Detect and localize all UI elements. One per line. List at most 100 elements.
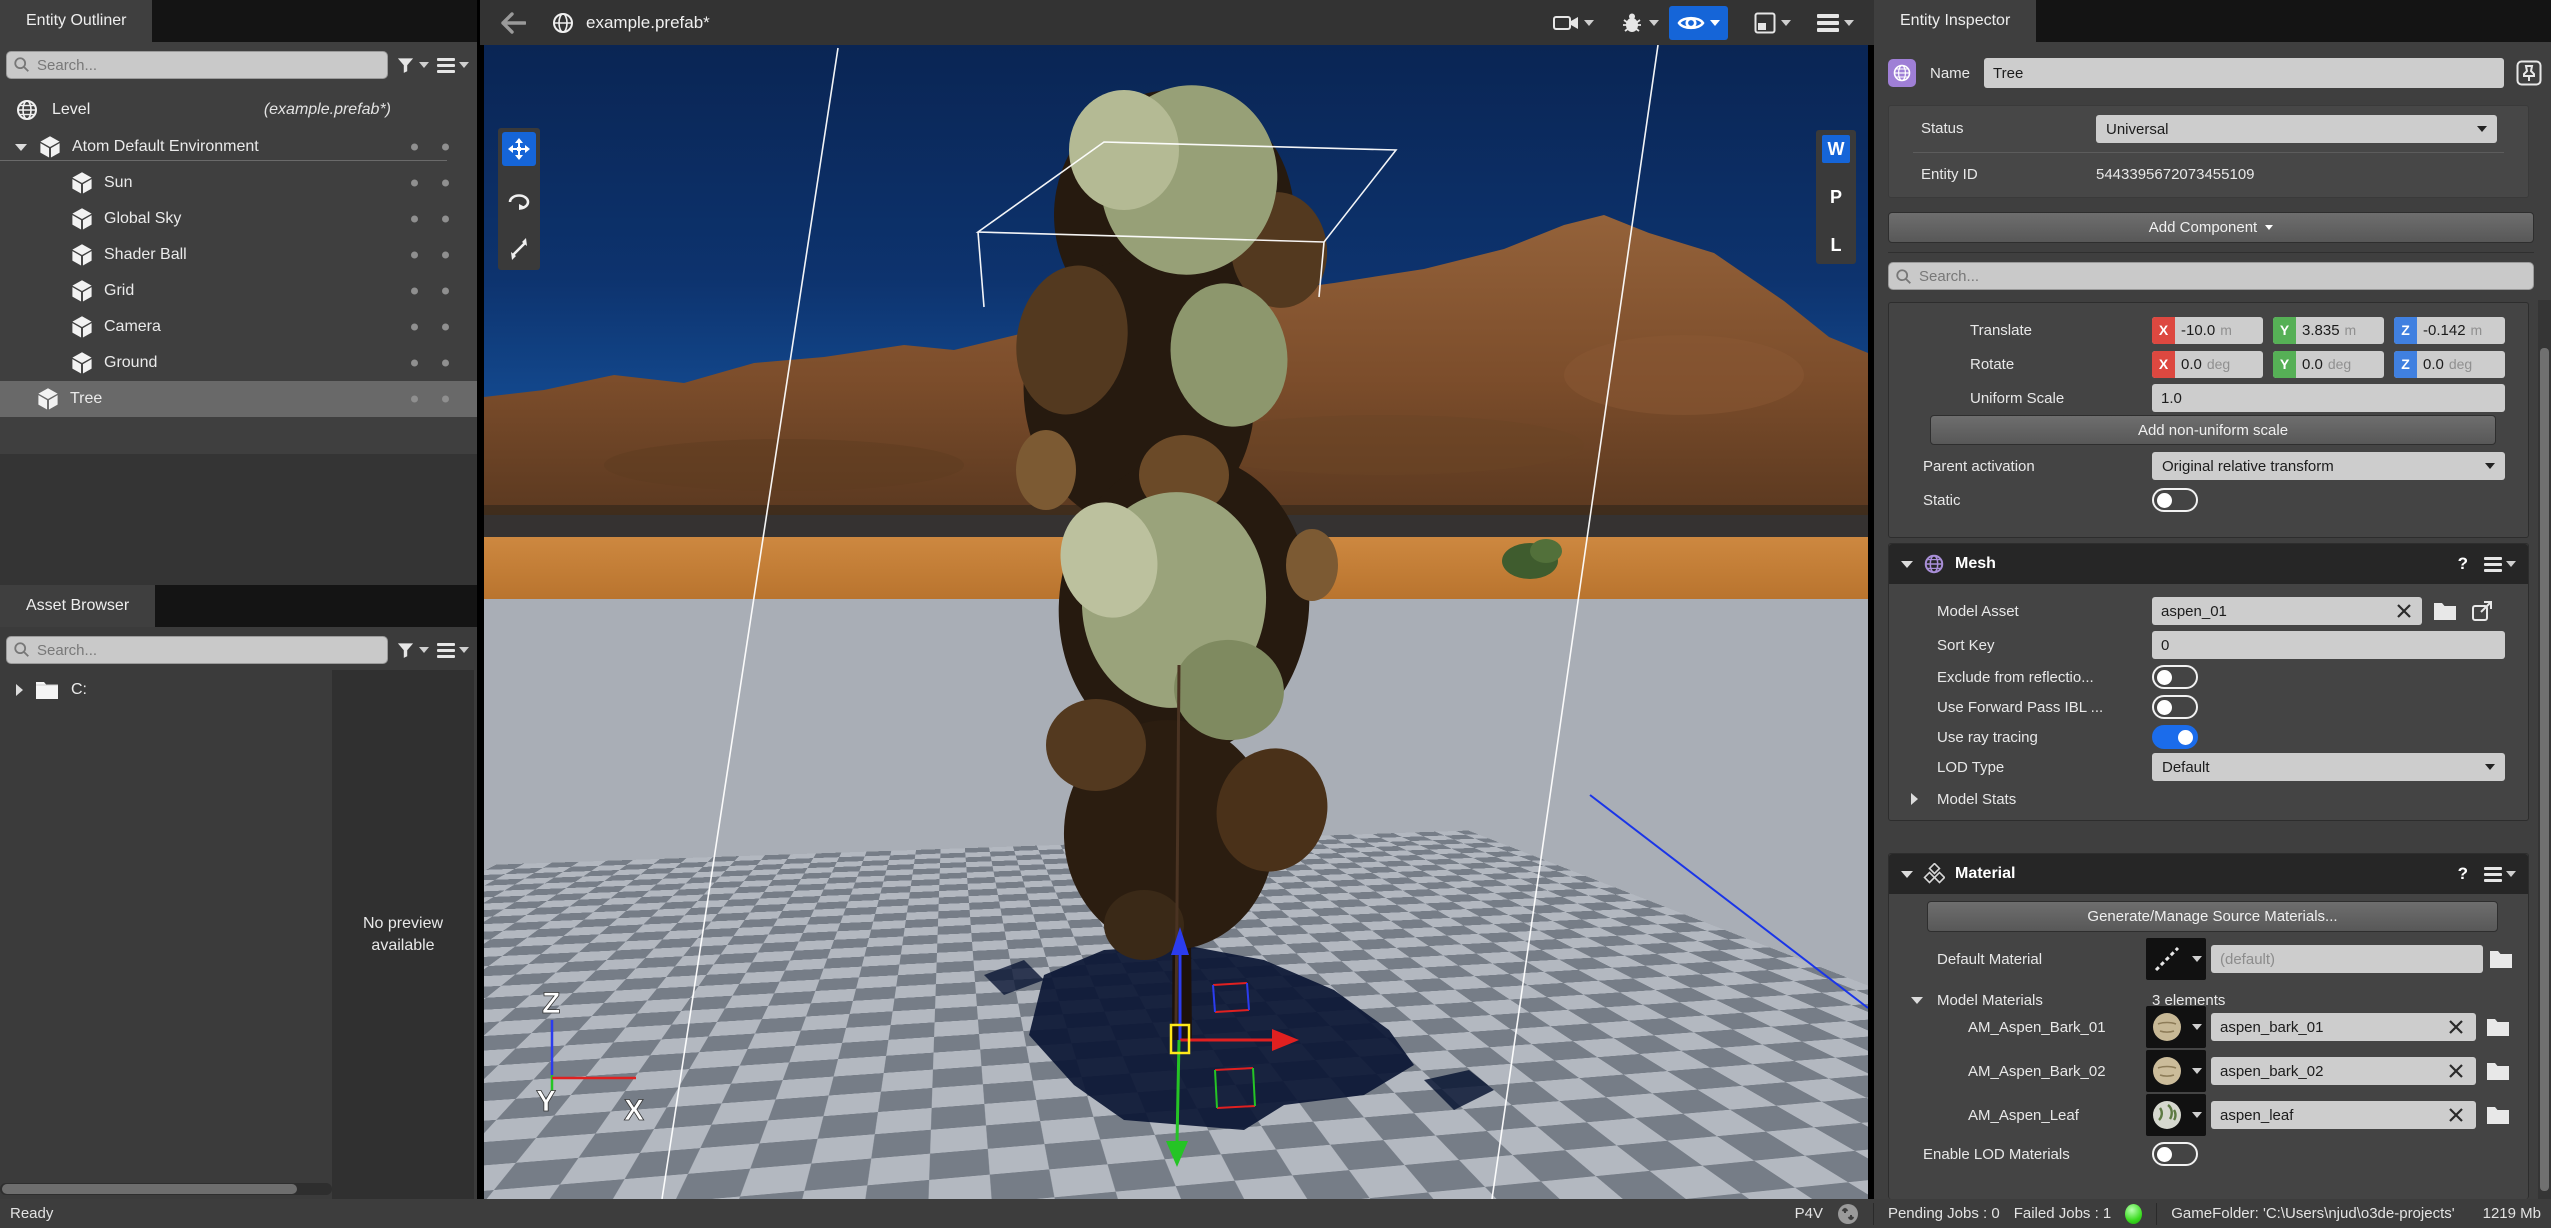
entity-name-input[interactable] [1984,58,2504,88]
viewport-tab-title[interactable]: example.prefab* [586,13,710,33]
browse-material-folder-icon[interactable] [2489,949,2513,969]
mesh-component-header[interactable]: Mesh ? [1889,544,2528,584]
scale-tool-button[interactable] [502,232,536,266]
inspector-scrollbar[interactable] [2538,300,2551,1199]
enable-lod-materials-toggle[interactable] [2152,1142,2198,1166]
camera-options-button[interactable] [1553,13,1594,33]
outliner-menu-button[interactable] [437,58,469,73]
lock-dot[interactable] [442,180,449,187]
outliner-row-tree-selected[interactable]: Tree [0,381,477,417]
material-thumbnail[interactable] [2146,1094,2206,1136]
space-parent-button[interactable]: P [1822,183,1850,211]
browse-material-folder-icon[interactable] [2486,1105,2510,1125]
collapse-caret-icon[interactable] [1901,561,1913,568]
forward-pass-ibl-toggle[interactable] [2152,695,2198,719]
material-thumbnail[interactable] [2146,1050,2206,1092]
space-local-button[interactable]: L [1822,231,1850,259]
asset-menu-button[interactable] [437,643,469,658]
clear-material-icon[interactable] [2447,1062,2465,1080]
inspector-search-input[interactable] [1888,262,2534,290]
component-menu-button[interactable] [2484,867,2516,882]
translate-x-field[interactable]: X-10.0m [2152,317,2263,344]
visibility-options-button[interactable] [1669,6,1728,40]
rotate-x-field[interactable]: X0.0deg [2152,351,2263,378]
p4v-sync-icon[interactable] [1837,1203,1859,1225]
uniform-scale-input[interactable] [2152,384,2505,412]
visibility-dot[interactable] [411,180,418,187]
status-dropdown[interactable]: Universal [2096,115,2497,143]
p4v-label[interactable]: P4V [1795,1205,1823,1222]
viewport-menu-button[interactable] [1817,14,1854,32]
rotate-y-field[interactable]: Y0.0deg [2273,351,2384,378]
material-thumbnail[interactable] [2146,1006,2206,1048]
lock-dot[interactable] [442,144,449,151]
open-asset-popout-icon[interactable] [2471,600,2493,622]
asset-folder-row-c[interactable]: C: [0,670,332,700]
visibility-dot[interactable] [411,252,418,259]
level-row[interactable]: Level (example.prefab*) [0,92,477,128]
lock-dot[interactable] [442,396,449,403]
material-slot-input[interactable] [2211,1013,2476,1041]
material-slot-input[interactable] [2211,1101,2476,1129]
asset-filter-button[interactable] [396,641,429,660]
visibility-dot[interactable] [411,360,418,367]
rotate-tool-button[interactable] [502,182,536,216]
lock-dot[interactable] [442,216,449,223]
model-asset-input[interactable] [2152,597,2422,625]
outliner-filter-button[interactable] [396,56,429,75]
visibility-dot[interactable] [411,324,418,331]
visibility-dot[interactable] [411,288,418,295]
material-slot-input[interactable] [2211,1057,2476,1085]
clear-material-icon[interactable] [2447,1106,2465,1124]
space-world-button[interactable]: W [1822,135,1850,163]
sort-key-input[interactable] [2152,631,2505,659]
asset-horizontal-scrollbar[interactable] [0,1183,332,1195]
visibility-dot[interactable] [411,396,418,403]
outliner-row-camera[interactable]: Camera [0,309,477,345]
layout-options-button[interactable] [1754,12,1791,34]
generate-materials-button[interactable]: Generate/Manage Source Materials... [1927,901,2498,932]
expand-caret-icon[interactable] [1911,793,1918,805]
tab-asset-browser[interactable]: Asset Browser [0,585,155,627]
back-arrow-icon[interactable] [500,12,526,34]
outliner-row-grid[interactable]: Grid [0,273,477,309]
outliner-row-global-sky[interactable]: Global Sky [0,201,477,237]
lock-dot[interactable] [442,288,449,295]
model-stats-label[interactable]: Model Stats [1937,791,2016,808]
expand-caret-icon[interactable] [15,144,27,151]
static-toggle[interactable] [2152,488,2198,512]
lock-dot[interactable] [442,252,449,259]
exclude-reflection-toggle[interactable] [2152,665,2198,689]
default-material-input[interactable] [2211,945,2483,973]
viewport-scene[interactable]: Z Y X W P L [484,45,1868,1199]
outliner-row-atom-default-environment[interactable]: Atom Default Environment [0,129,477,165]
outliner-row-sun[interactable]: Sun [0,165,477,201]
lock-dot[interactable] [442,360,449,367]
outliner-search-input[interactable] [6,51,388,79]
move-tool-button[interactable] [502,132,536,166]
rotate-z-field[interactable]: Z0.0deg [2394,351,2505,378]
component-menu-button[interactable] [2484,557,2516,572]
asset-browser-search-input[interactable] [6,636,388,664]
tab-entity-outliner[interactable]: Entity Outliner [0,0,152,42]
visibility-dot[interactable] [411,216,418,223]
material-component-header[interactable]: Material ? [1889,854,2528,894]
expand-caret-icon[interactable] [16,684,23,696]
add-nonuniform-scale-button[interactable]: Add non-uniform scale [1930,415,2496,445]
browse-asset-folder-icon[interactable] [2433,601,2457,621]
translate-y-field[interactable]: Y3.835m [2273,317,2384,344]
ray-tracing-toggle[interactable] [2152,725,2198,749]
outliner-row-ground[interactable]: Ground [0,345,477,381]
lock-dot[interactable] [442,324,449,331]
tab-entity-inspector[interactable]: Entity Inspector [1874,0,2036,42]
add-component-button[interactable]: Add Component [1888,212,2534,243]
outliner-row-shader-ball[interactable]: Shader Ball [0,237,477,273]
collapse-caret-icon[interactable] [1911,997,1923,1004]
translate-z-field[interactable]: Z-0.142m [2394,317,2505,344]
help-button[interactable]: ? [2458,554,2468,574]
lod-type-dropdown[interactable]: Default [2152,753,2505,781]
help-button[interactable]: ? [2458,864,2468,884]
collapse-caret-icon[interactable] [1901,871,1913,878]
clear-material-icon[interactable] [2447,1018,2465,1036]
browse-material-folder-icon[interactable] [2486,1061,2510,1081]
